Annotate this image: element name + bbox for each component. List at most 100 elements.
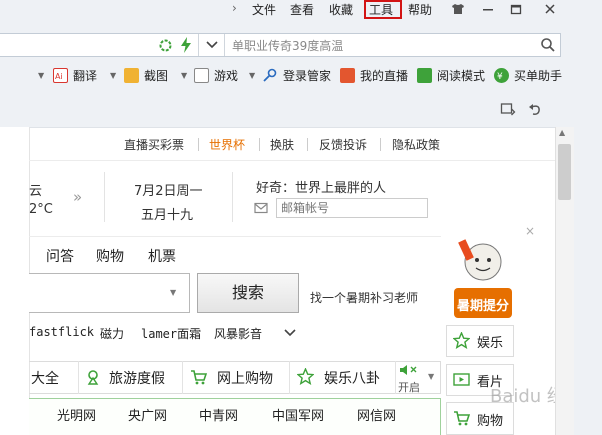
menu-view[interactable]: 查看 <box>290 1 314 18</box>
date-gregorian: 7月2日周一 <box>134 184 203 199</box>
menu-help[interactable]: 帮助 <box>408 1 432 18</box>
category-directory[interactable]: 大全 <box>31 368 59 388</box>
window-frame <box>574 127 602 435</box>
divider <box>289 361 290 394</box>
video-icon <box>453 372 470 387</box>
divider <box>182 361 183 394</box>
toolbar-my-live[interactable]: 我的直播 <box>360 67 408 84</box>
sound-toggle-label[interactable]: 开启 <box>398 379 420 395</box>
menu-favorites[interactable]: 收藏 <box>329 1 353 18</box>
lightning-speed-icon[interactable] <box>179 37 193 53</box>
chevron-down-icon[interactable] <box>198 34 225 56</box>
speaker-icon[interactable] <box>398 363 422 377</box>
site-link[interactable]: 网信网 <box>357 405 396 424</box>
site-link[interactable]: 光明网 <box>57 405 96 424</box>
divider <box>104 172 105 222</box>
link-privacy[interactable]: 隐私政策 <box>392 136 440 153</box>
minimize-icon[interactable] <box>474 0 502 18</box>
greeting-text[interactable]: 好奇：世界上最胖的人 <box>256 177 386 196</box>
game-icon <box>194 68 209 83</box>
browser-window: › 文件 查看 收藏 工具 帮助 单职业传奇39度高温 ▼ Ai 翻译 ▼ 截图… <box>0 0 602 435</box>
search-button[interactable]: 搜索 <box>197 273 299 313</box>
category-travel[interactable]: 旅游度假 <box>109 368 165 388</box>
link-lottery[interactable]: 直播买彩票 <box>124 136 184 153</box>
category-online-shopping[interactable]: 网上购物 <box>217 368 273 388</box>
summer-tutoring-ad[interactable]: 暑期提分 <box>446 234 520 322</box>
divider <box>380 138 381 151</box>
shopping-cart-icon <box>190 369 208 385</box>
search-input[interactable] <box>29 273 190 313</box>
toolbar-translate[interactable]: 翻译 <box>73 67 97 84</box>
divider <box>307 138 308 151</box>
search-icon[interactable] <box>540 37 556 53</box>
toolbar-caret-icon[interactable]: ▼ <box>249 71 255 80</box>
weather-city[interactable]: 云 <box>29 180 42 199</box>
weather-temperature[interactable]: 2°C <box>29 202 53 217</box>
address-search-input[interactable] <box>232 36 532 54</box>
hotword-item[interactable]: 风暴影音 <box>214 325 262 342</box>
chevron-down-icon[interactable] <box>284 327 296 337</box>
translate-icon: Ai <box>53 68 68 83</box>
toolbar-screenshot[interactable]: 截图 <box>144 67 168 84</box>
tab-flights[interactable]: 机票 <box>148 246 176 266</box>
search-hint-link[interactable]: 找一个暑期补习老师 <box>310 289 418 306</box>
divider <box>395 361 396 394</box>
screenshot-icon <box>124 68 139 83</box>
close-icon[interactable] <box>536 0 564 18</box>
undo-icon[interactable] <box>527 101 543 117</box>
menu-arrow-icon[interactable]: › <box>232 1 237 15</box>
login-manager-key-icon <box>262 68 277 83</box>
site-link[interactable]: 央广网 <box>128 405 167 424</box>
toolbar-pay-helper[interactable]: 买单助手 <box>514 67 562 84</box>
scrollbar-thumb[interactable] <box>558 144 571 200</box>
category-gossip[interactable]: 娱乐八卦 <box>324 368 380 388</box>
date-lunar: 五月十九 <box>141 208 194 223</box>
toolbar: ▼ Ai 翻译 ▼ 截图 ▼ 游戏 ▼ 登录管家 我的直播 阅读模式 ¥ 买单助… <box>0 65 602 87</box>
pay-helper-icon: ¥ <box>494 68 509 83</box>
browser-chrome: › 文件 查看 收藏 工具 帮助 单职业传奇39度高温 ▼ Ai 翻译 ▼ 截图… <box>0 0 602 127</box>
divider <box>232 172 233 222</box>
ad-close-icon[interactable]: × <box>525 224 535 238</box>
link-feedback[interactable]: 反馈投诉 <box>319 136 367 153</box>
sidebar-item-label: 购物 <box>477 414 504 429</box>
mail-icon <box>254 202 268 214</box>
address-bar[interactable] <box>0 33 561 57</box>
toolbar-reading-mode[interactable]: 阅读模式 <box>437 67 485 84</box>
sound-dropdown-caret-icon[interactable]: ▼ <box>428 372 434 381</box>
tab-list-icon[interactable] <box>500 101 516 117</box>
sidebar-item-label: 娱乐 <box>477 336 504 351</box>
site-link[interactable]: 中国军网 <box>272 405 324 424</box>
link-world-cup[interactable]: 世界杯 <box>209 136 245 153</box>
email-field[interactable] <box>276 198 428 218</box>
scroll-up-arrow-icon[interactable]: ▲ <box>559 128 565 137</box>
maximize-icon[interactable] <box>502 0 530 18</box>
travel-icon <box>85 369 101 385</box>
link-change-skin[interactable]: 换肤 <box>270 136 294 153</box>
skin-shirt-icon[interactable] <box>444 0 472 18</box>
menu-file[interactable]: 文件 <box>252 1 276 18</box>
toolbar-caret-icon[interactable]: ▼ <box>110 71 116 80</box>
toolbar-caret-icon[interactable]: ▼ <box>38 71 44 80</box>
hotword-item[interactable]: 磁力 <box>100 325 124 342</box>
toolbar-login-manager[interactable]: 登录管家 <box>283 67 331 84</box>
svg-text:¥: ¥ <box>497 72 503 82</box>
divider <box>259 138 260 151</box>
star-icon <box>452 331 471 349</box>
entertainment-star-icon <box>296 367 315 385</box>
reading-book-icon <box>417 68 432 83</box>
toolbar-caret-icon[interactable]: ▼ <box>181 71 187 80</box>
site-link[interactable]: 中青网 <box>199 405 238 424</box>
ad-label: 暑期提分 <box>456 299 509 314</box>
tab-qa[interactable]: 问答 <box>46 246 74 266</box>
toolbar-game[interactable]: 游戏 <box>214 67 238 84</box>
divider <box>78 361 79 394</box>
hotword-item[interactable]: fastflick <box>29 325 94 339</box>
hotword-item[interactable]: lamer面霜 <box>141 325 201 342</box>
refresh-icon[interactable] <box>158 38 173 53</box>
divider <box>198 138 199 151</box>
double-chevron-right-icon[interactable]: » <box>73 188 82 206</box>
svg-text:Ai: Ai <box>55 72 63 81</box>
search-dropdown-caret-icon[interactable]: ▼ <box>170 288 176 297</box>
tab-shopping[interactable]: 购物 <box>96 246 124 266</box>
divider <box>29 236 441 237</box>
